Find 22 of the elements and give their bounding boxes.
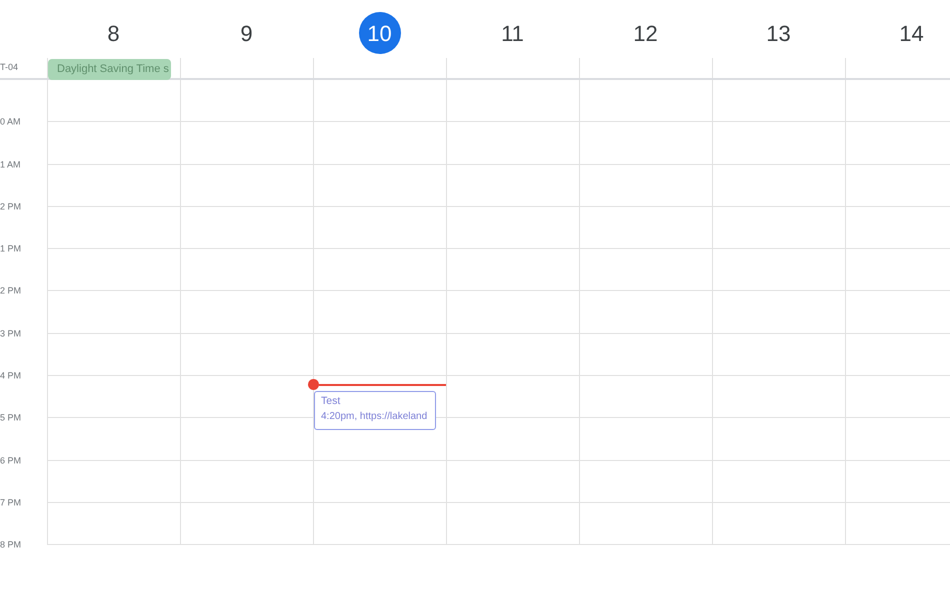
day-number[interactable]: 14 [895, 16, 928, 50]
day-number[interactable]: 9 [236, 16, 257, 50]
hour-label: 8 PM [0, 540, 22, 550]
hour-label: 6 PM [0, 456, 22, 466]
hour-label: 0 AM [0, 118, 21, 127]
day-number[interactable]: 12 [629, 16, 662, 50]
day-number[interactable]: 10 [358, 12, 400, 54]
hour-label: 3 PM [0, 329, 22, 338]
day-number[interactable]: 13 [762, 16, 795, 50]
hour-label: 2 PM [0, 202, 22, 212]
hour-label: 1 AM [0, 160, 21, 170]
event-card[interactable]: Test 4:20pm, https://lakeland [314, 391, 436, 430]
event-details: 4:20pm, https://lakeland [321, 410, 428, 424]
hour-label: 1 PM [0, 244, 22, 254]
hour-label: 5 PM [0, 414, 22, 423]
timezone-label: T-04 [0, 61, 18, 74]
hour-label: 4 PM [0, 372, 22, 381]
hour-label: 7 PM [0, 498, 22, 508]
day-number[interactable]: 8 [103, 16, 124, 50]
event-title: Test [321, 394, 340, 409]
hour-label: 2 PM [0, 286, 22, 296]
day-number[interactable]: 11 [497, 16, 528, 50]
